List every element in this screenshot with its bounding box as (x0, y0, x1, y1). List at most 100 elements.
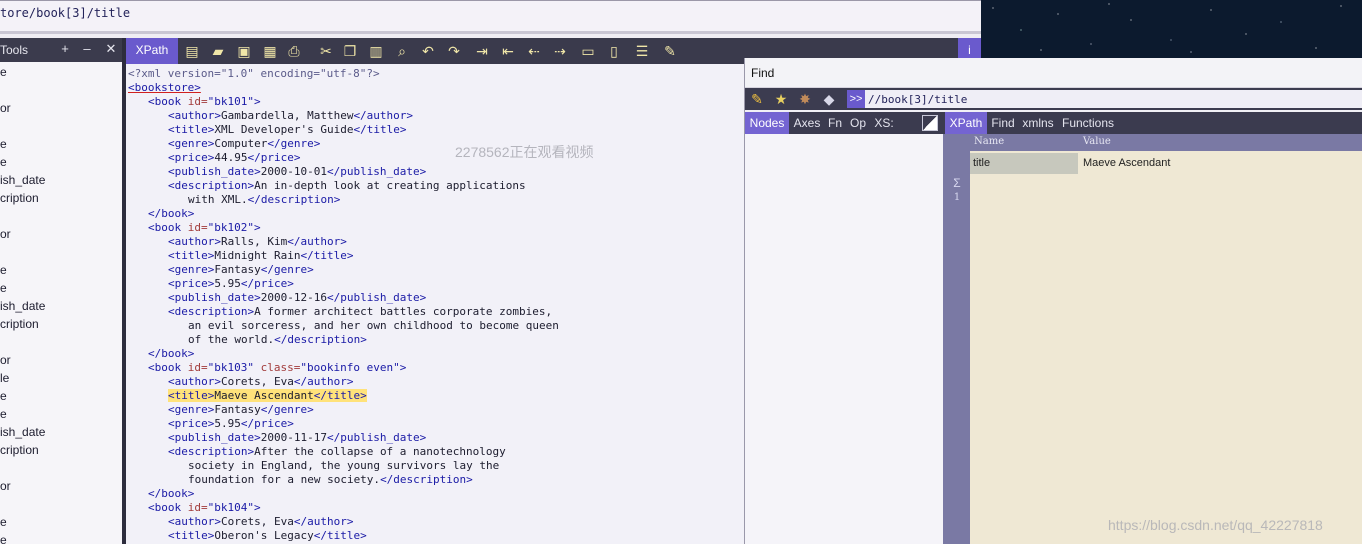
highlighted-match-line: <title>Maeve Ascendant</title> (168, 389, 367, 402)
tree-item[interactable]: or (0, 227, 11, 241)
tree-item[interactable]: cription (0, 443, 39, 457)
result-count: 1 (953, 192, 961, 203)
tab-xs[interactable]: XS: (873, 112, 895, 134)
results-header: Name Value (970, 134, 1362, 151)
move-left-icon[interactable]: ⇠ (524, 41, 544, 61)
column-header-name[interactable]: Name (974, 136, 1004, 147)
code-line: <title>XML Developer's Guide</title> (168, 123, 407, 136)
tree-item[interactable]: e (0, 137, 7, 151)
code-line: <description>After the collapse of a nan… (168, 445, 506, 458)
code-line: an evil sorceress, and her own childhood… (188, 319, 559, 332)
tree-item[interactable]: e (0, 389, 7, 403)
tab-find[interactable]: Find (989, 112, 1017, 134)
url-watermark: https://blog.csdn.net/qq_42227818 (1108, 517, 1323, 533)
redo-icon[interactable]: ↷ (444, 41, 464, 61)
code-line: <author>Corets, Eva</author> (168, 375, 354, 388)
tab-xpath-results[interactable]: XPath (945, 112, 987, 134)
tree-item[interactable]: e (0, 65, 7, 79)
xpath-query-input[interactable] (865, 90, 1362, 108)
bug-icon[interactable]: ✸ (795, 90, 815, 108)
remove-button[interactable]: – (80, 41, 94, 57)
tree-item[interactable]: e (0, 407, 7, 421)
tree-item[interactable]: or (0, 101, 11, 115)
code-line: <publish_date>2000-10-01</publish_date> (168, 165, 427, 178)
code-line: </book> (148, 207, 195, 220)
desktop-background (981, 0, 1362, 58)
close-icon[interactable]: ✕ (104, 41, 118, 57)
open-folder-icon[interactable]: ▰ (208, 41, 228, 61)
code-line: <genre>Fantasy</genre> (168, 403, 314, 416)
tree-item[interactable]: e (0, 515, 7, 529)
code-line: <title>Midnight Rain</title> (168, 249, 354, 262)
tree-item[interactable]: ish_date (0, 299, 45, 313)
copy-icon[interactable]: ❐ (340, 41, 360, 61)
tree-item[interactable]: ish_date (0, 425, 45, 439)
tree-item[interactable]: or (0, 479, 11, 493)
expand-button[interactable]: >> (847, 90, 865, 108)
paste-icon[interactable]: ▥ (366, 41, 386, 61)
tab-nodes[interactable]: Nodes (745, 112, 789, 134)
find-icon[interactable]: ⌕ (392, 41, 412, 61)
column-header-value[interactable]: Value (1083, 136, 1111, 147)
code-line: </book> (148, 487, 195, 500)
code-line: <price>5.95</price> (168, 417, 294, 430)
xpath-location-bar[interactable]: tore/book[3]/title (0, 0, 981, 34)
save-as-icon[interactable]: ▦ (260, 41, 280, 61)
code-line: <genre>Computer</genre> (168, 137, 321, 150)
result-value-cell[interactable]: Maeve Ascendant (1080, 153, 1362, 174)
node-tree: e or e e ish_date cription or e e ish_date criptio… (0, 62, 122, 544)
tree-item[interactable]: or (0, 353, 11, 367)
tools-panel-title: Tools (0, 43, 29, 57)
tab-xpath[interactable]: XPath (126, 38, 178, 64)
code-line: <book id="bk104"> (148, 501, 261, 514)
code-line: <price>5.95</price> (168, 277, 294, 290)
tree-item[interactable]: e (0, 263, 7, 277)
code-line: <publish_date>2000-11-17</publish_date> (168, 431, 427, 444)
tag-icon[interactable]: ◆ (819, 90, 839, 108)
result-name-cell[interactable]: title (970, 153, 1078, 174)
code-line: society in England, the young survivors … (188, 459, 500, 472)
collapse-icon[interactable]: ▭ (578, 41, 598, 61)
format-icon[interactable]: ☰ (632, 41, 652, 61)
code-line: of the world.</description> (188, 333, 367, 346)
tree-item[interactable]: cription (0, 191, 39, 205)
outdent-icon[interactable]: ⇤ (498, 41, 518, 61)
find-window-titlebar[interactable]: Find (745, 58, 1362, 88)
code-line: with XML.</description> (188, 193, 341, 206)
cut-icon[interactable]: ✂ (316, 41, 336, 61)
tab-axes[interactable]: Axes (791, 112, 823, 134)
tree-item[interactable]: e (0, 533, 7, 544)
table-row[interactable]: title Maeve Ascendant (970, 153, 1362, 174)
tree-item[interactable]: cription (0, 317, 39, 331)
edit-icon[interactable]: ✎ (660, 41, 680, 61)
move-right-icon[interactable]: ⇢ (550, 41, 570, 61)
add-button[interactable]: + (58, 41, 72, 57)
tree-item[interactable]: e (0, 281, 7, 295)
pencil-icon[interactable]: ✎ (747, 90, 767, 108)
star-add-icon[interactable]: ★ (771, 90, 791, 108)
tab-fn[interactable]: Fn (827, 112, 843, 134)
xml-editor[interactable]: <?xml version="1.0" encoding="utf-8"?> <b… (126, 64, 744, 544)
code-line: <author>Ralls, Kim</author> (168, 235, 347, 248)
code-line: <author>Gambardella, Matthew</author> (168, 109, 414, 122)
code-line: <author>Corets, Eva</author> (168, 515, 354, 528)
tab-op[interactable]: Op (849, 112, 867, 134)
expand-icon[interactable]: ▯ (604, 41, 624, 61)
find-window-title: Find (751, 66, 775, 80)
tree-item[interactable]: le (0, 371, 9, 385)
save-icon[interactable]: ▣ (234, 41, 254, 61)
indent-icon[interactable]: ⇥ (472, 41, 492, 61)
toggle-pane-icon[interactable] (922, 115, 938, 131)
tree-item[interactable]: e (0, 155, 7, 169)
viewer-count-watermark: 2278562正在观看视频 (455, 144, 594, 160)
undo-icon[interactable]: ↶ (418, 41, 438, 61)
code-line: <title>Oberon's Legacy</title> (168, 529, 367, 542)
code-line: <description>An in-depth look at creatin… (168, 179, 526, 192)
tab-functions[interactable]: Functions (1059, 112, 1117, 134)
code-line: <book id="bk101"> (148, 95, 261, 108)
tab-xmlns[interactable]: xmlns (1021, 112, 1055, 134)
tree-item[interactable]: ish_date (0, 173, 45, 187)
results-grid: Name Value title Maeve Ascendant (970, 134, 1362, 544)
new-file-icon[interactable]: ▤ (182, 41, 202, 61)
print-icon[interactable]: ⎙ (284, 41, 304, 61)
